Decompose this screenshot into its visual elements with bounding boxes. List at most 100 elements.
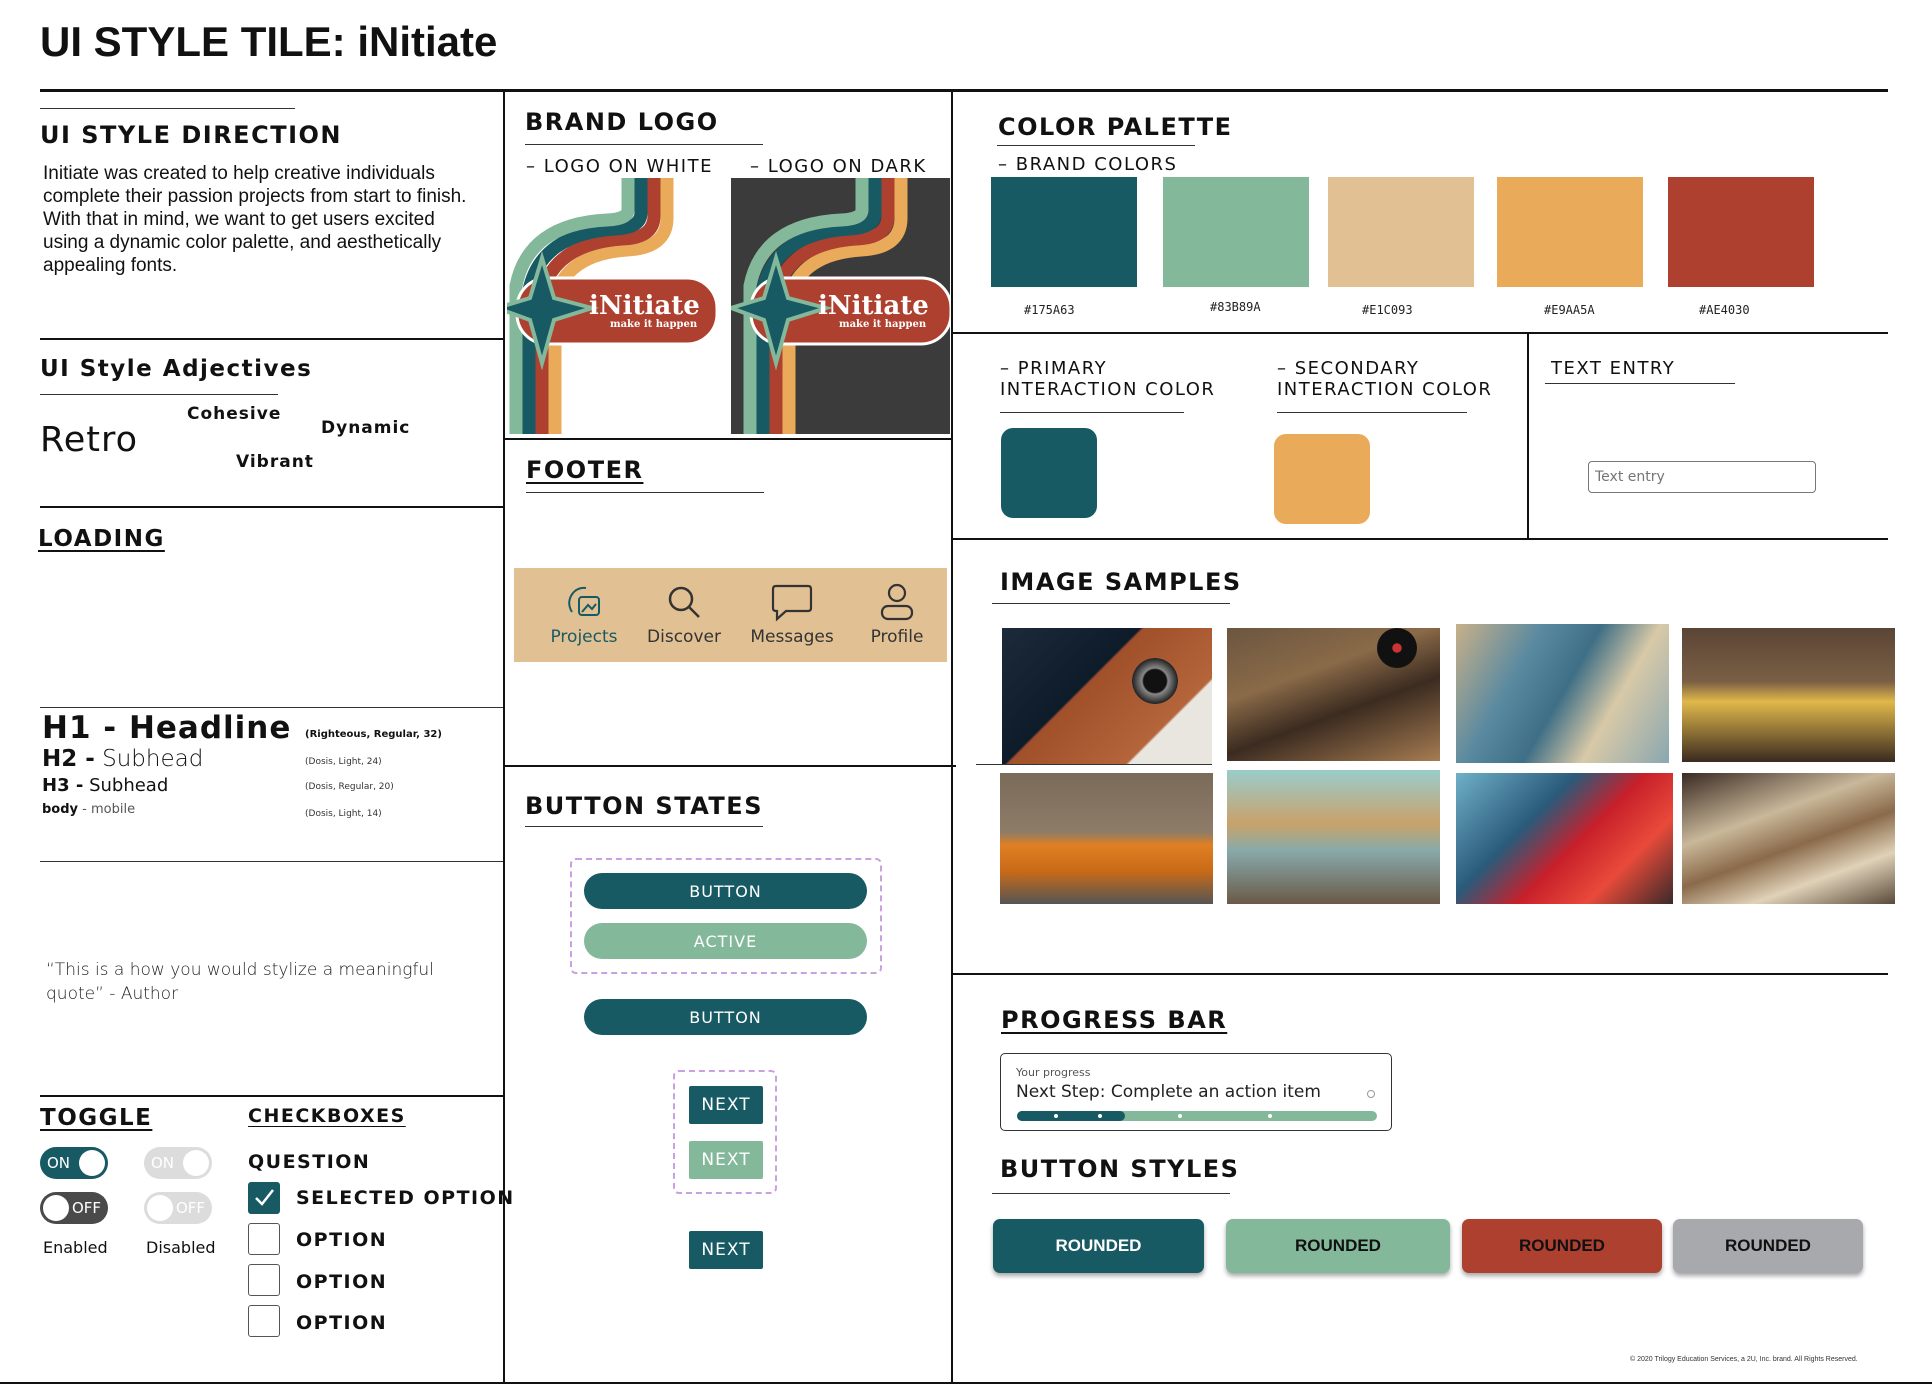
button-plain[interactable]: BUTTON	[584, 999, 867, 1035]
logo-on-white: iNitiate make it happen	[507, 178, 717, 434]
logo-tagline: make it happen	[839, 319, 927, 330]
rounded-button-red[interactable]: ROUNDED	[1462, 1219, 1662, 1273]
checkbox-label: OPTION	[296, 1312, 388, 1334]
button-default[interactable]: BUTTON	[584, 873, 867, 909]
progress-track	[1017, 1111, 1377, 1121]
rounded-button-gray[interactable]: ROUNDED	[1673, 1219, 1863, 1273]
body-text: - mobile	[82, 802, 136, 817]
checkbox-option[interactable]	[248, 1264, 280, 1296]
swatch-teal	[991, 177, 1137, 287]
progress-step: Next Step: Complete an action item	[1016, 1082, 1321, 1102]
text-entry-title: TEXT ENTRY	[1551, 358, 1676, 379]
checkbox-option[interactable]	[248, 1305, 280, 1337]
nav-label: Messages	[750, 627, 834, 647]
h2-sample: H2 - Subhead	[42, 746, 203, 772]
nav-item-messages[interactable]: Messages	[737, 582, 847, 647]
checkbox-selected[interactable]	[248, 1182, 280, 1214]
h3-sample: H3 - Subhead	[42, 775, 168, 796]
image-tin-boxes	[1456, 773, 1673, 904]
logo-wordmark: iNitiate	[818, 291, 929, 321]
direction-rule	[40, 108, 295, 109]
right-divider-3	[951, 973, 1888, 975]
loading-title: LOADING	[38, 526, 165, 552]
next-button-plain[interactable]: NEXT	[689, 1231, 763, 1269]
toggle-knob	[183, 1150, 209, 1176]
footer-navbar: Projects Discover Messages Profile	[514, 568, 947, 662]
button-active[interactable]: ACTIVE	[584, 923, 867, 959]
camera-lens-icon	[1132, 658, 1178, 704]
logo-on-dark: iNitiate make it happen	[731, 178, 950, 434]
brand-logo-rule	[525, 144, 763, 145]
direction-text: Initiate was created to help creative in…	[43, 163, 467, 276]
swatch-hex: #E9AA5A	[1544, 303, 1595, 317]
direction-title: UI STYLE DIRECTION	[40, 121, 342, 149]
body-prefix: body	[42, 802, 79, 817]
h2-spec: (Dosis, Light, 24)	[305, 757, 382, 767]
checkbox-label-selected: SELECTED OPTION	[296, 1187, 515, 1209]
adjectives-rule	[40, 394, 278, 395]
swatch-green	[1163, 177, 1309, 287]
logo-tagline: make it happen	[610, 319, 698, 330]
progress-label: Your progress	[1016, 1066, 1091, 1079]
toggle-on-label: ON	[151, 1154, 175, 1172]
secondary-interaction-swatch	[1274, 434, 1370, 524]
nav-item-profile[interactable]: Profile	[847, 582, 947, 647]
logo-wordmark: iNitiate	[589, 291, 700, 321]
logo-on-white-label: – LOGO ON WHITE	[526, 156, 713, 177]
rounded-button-teal[interactable]: ROUNDED	[993, 1219, 1204, 1273]
rounded-button-green[interactable]: ROUNDED	[1226, 1219, 1450, 1273]
toggle-knob	[79, 1150, 105, 1176]
checkbox-option[interactable]	[248, 1223, 280, 1255]
palette-title: COLOR PALETTE	[998, 113, 1233, 141]
swatch-hex: #E1C093	[1362, 303, 1413, 317]
next-button[interactable]: NEXT	[689, 1086, 763, 1124]
checkboxes-title: CHECKBOXES	[248, 1105, 406, 1127]
image-stamps	[1456, 624, 1669, 763]
next-button-active[interactable]: NEXT	[689, 1141, 763, 1179]
left-divider-2	[40, 506, 503, 508]
h2-prefix: H2 -	[42, 746, 95, 772]
search-icon	[668, 586, 700, 618]
image-books	[1682, 773, 1895, 904]
toggle-on-enabled[interactable]: ON	[40, 1147, 108, 1179]
progress-dot	[1268, 1114, 1272, 1118]
palette-rule	[997, 145, 1195, 146]
nav-item-discover[interactable]: Discover	[634, 582, 734, 647]
secondary-interaction-rule	[1277, 412, 1467, 413]
progress-dot	[1178, 1114, 1182, 1118]
mid-divider-2	[503, 765, 956, 767]
toggle-off-enabled[interactable]: OFF	[40, 1192, 108, 1224]
swatch-orange	[1497, 177, 1643, 287]
left-divider-4	[40, 861, 503, 862]
toggle-on-disabled: ON	[144, 1147, 212, 1179]
progress-fill	[1017, 1111, 1125, 1121]
toggle-off-label: OFF	[176, 1199, 206, 1217]
primary-interaction-label-2: INTERACTION COLOR	[1000, 379, 1216, 400]
chat-bubble-icon	[771, 584, 813, 622]
h3-prefix: H3 -	[42, 775, 84, 796]
text-entry-input[interactable]	[1588, 461, 1816, 493]
progress-info-icon	[1367, 1090, 1375, 1098]
adjective-vibrant: Vibrant	[236, 452, 314, 472]
nav-label: Discover	[647, 627, 721, 647]
body-sample: body - mobile	[42, 802, 135, 817]
progress-dot	[1098, 1114, 1102, 1118]
image-samples-underline	[976, 764, 1212, 765]
swatch-hex: #AE4030	[1699, 303, 1750, 317]
body-spec: (Dosis, Light, 14)	[305, 809, 382, 819]
quote-text: “This is a how you would stylize a meani…	[46, 960, 434, 1004]
secondary-interaction-label-2: INTERACTION COLOR	[1277, 379, 1493, 400]
button-styles-rule	[992, 1193, 1230, 1194]
left-divider-3	[40, 707, 503, 708]
check-icon	[255, 1189, 274, 1206]
nav-label: Profile	[870, 627, 924, 647]
toggle-knob	[43, 1195, 69, 1221]
toggle-title: TOGGLE	[40, 1105, 153, 1131]
image-samples-rule	[992, 603, 1230, 604]
mid-divider-1	[503, 438, 951, 440]
nav-item-projects[interactable]: Projects	[534, 582, 634, 647]
toggle-disabled-label: Disabled	[146, 1238, 216, 1257]
right-vdivider	[1527, 332, 1529, 540]
checkbox-label: OPTION	[296, 1271, 388, 1293]
column-divider-2	[951, 89, 953, 1384]
